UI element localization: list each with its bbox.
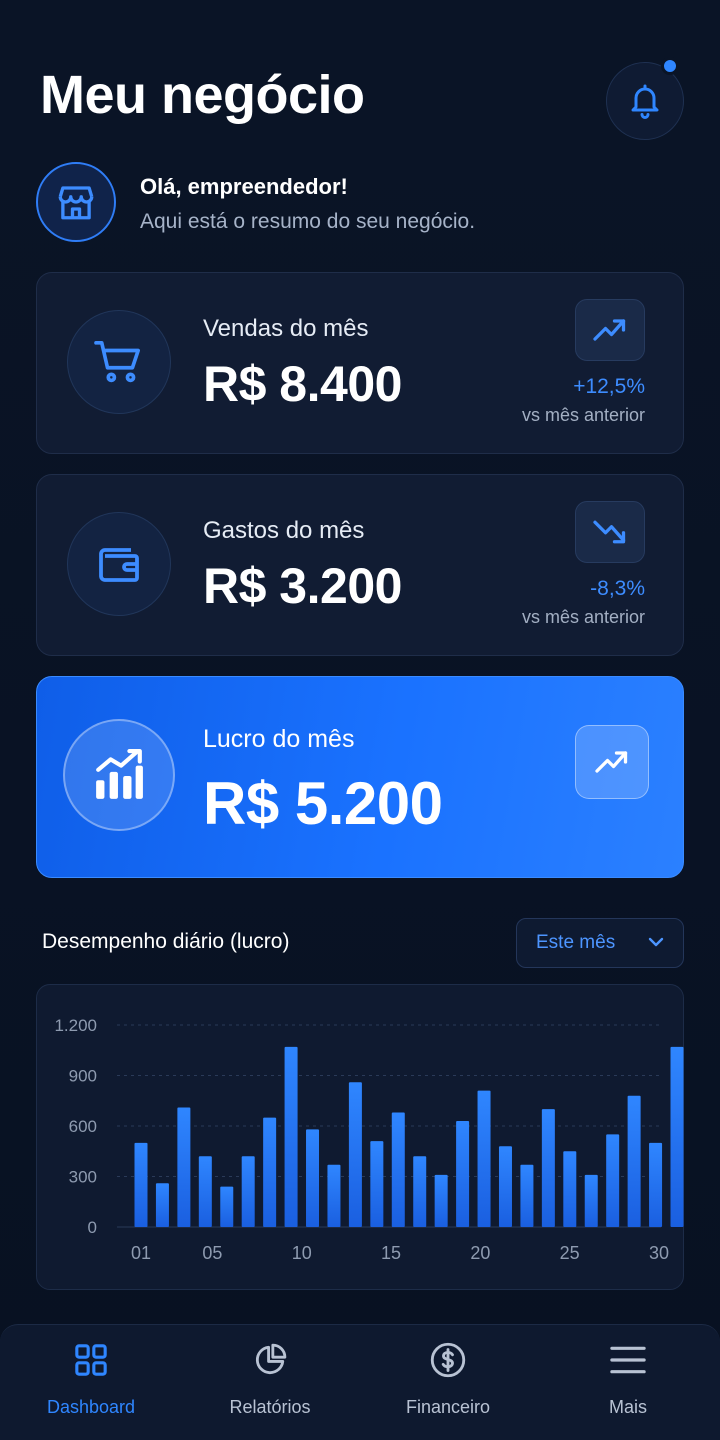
- store-icon: [58, 186, 94, 220]
- chevron-down-icon: [648, 937, 664, 947]
- chart-title: Desempenho diário (lucro): [42, 930, 290, 953]
- page-title: Meu negócio: [40, 65, 365, 125]
- sales-value: R$ 8.400: [203, 356, 402, 412]
- sales-label: Vendas do mês: [203, 315, 369, 342]
- period-value: Este mês: [536, 932, 616, 953]
- nav-dashboard[interactable]: Dashboard: [1, 1325, 181, 1440]
- greeting: Olá, empreendedor! Aqui está o resumo do…: [36, 162, 684, 244]
- bottom-nav: Dashboard Relatórios Financeiro Mais: [0, 1324, 720, 1440]
- chart-bar: [348, 1082, 362, 1227]
- chart-bar: [541, 1109, 555, 1227]
- profit-value: R$ 5.200: [203, 770, 443, 837]
- x-tick-label: 20: [470, 1243, 490, 1263]
- chart-bar: [606, 1134, 620, 1227]
- chart-bar: [649, 1142, 663, 1227]
- expenses-trend-badge: [575, 501, 645, 563]
- x-tick-label: 01: [131, 1243, 151, 1263]
- chart-bar: [498, 1146, 512, 1227]
- sales-change: +12,5%: [573, 375, 645, 398]
- x-tick-label: 25: [560, 1243, 580, 1263]
- wallet-icon: [99, 548, 139, 582]
- profit-label: Lucro do mês: [203, 725, 355, 753]
- chart-bar: [391, 1112, 405, 1227]
- chart-bar: [306, 1129, 320, 1227]
- chart-bar: [456, 1120, 470, 1227]
- bar-chart-up-icon: [96, 749, 143, 799]
- chart-bar: [563, 1151, 577, 1227]
- trend-up-icon: [593, 319, 626, 341]
- chart-bar: [263, 1117, 277, 1227]
- chart-bar: [241, 1156, 255, 1227]
- chart-bar: [155, 1183, 169, 1227]
- pie-chart-icon: [255, 1343, 287, 1375]
- greeting-title: Olá, empreendedor!: [140, 174, 348, 199]
- y-tick-label: 300: [69, 1168, 97, 1187]
- nav-relatorios[interactable]: Relatórios: [180, 1325, 360, 1440]
- y-tick-label: 900: [69, 1067, 97, 1086]
- chart-bar: [327, 1164, 341, 1227]
- expenses-value: R$ 3.200: [203, 558, 402, 614]
- menu-icon: [610, 1346, 646, 1374]
- daily-profit-chart: 0 300 600 900 1.200 01 05 10 15 20 25 30: [36, 984, 684, 1290]
- profit-icon-circle: [63, 719, 175, 831]
- chart-bar: [434, 1174, 448, 1227]
- dollar-circle-icon: [430, 1342, 466, 1378]
- profit-trend-badge: [575, 725, 649, 799]
- store-avatar: [36, 162, 116, 242]
- nav-label: Financeiro: [405, 1397, 491, 1417]
- profit-card[interactable]: Lucro do mês R$ 5.200: [36, 676, 684, 878]
- x-tick-label: 30: [649, 1243, 669, 1263]
- sales-trend-badge: [575, 299, 645, 361]
- notification-dot: [661, 57, 679, 75]
- chart-bar: [370, 1141, 384, 1227]
- chart-bar: [177, 1107, 191, 1227]
- cart-icon: [94, 341, 140, 383]
- chart-bar: [134, 1142, 148, 1227]
- chart-bar: [220, 1186, 234, 1227]
- chart-bar: [413, 1156, 427, 1227]
- period-dropdown[interactable]: Este mês: [516, 918, 684, 968]
- chart-bar: [520, 1164, 534, 1227]
- sales-card[interactable]: Vendas do mês R$ 8.400 +12,5% vs mês ant…: [36, 272, 684, 454]
- header: Meu negócio: [40, 57, 684, 140]
- chart-bar: [627, 1095, 641, 1227]
- chart-bar: [477, 1090, 491, 1227]
- y-tick-label: 0: [88, 1218, 97, 1237]
- y-tick-label: 600: [69, 1117, 97, 1136]
- nav-financeiro[interactable]: Financeiro: [358, 1325, 538, 1440]
- trend-down-icon: [593, 520, 626, 544]
- nav-label: Mais: [608, 1397, 647, 1417]
- chart-canvas: 0 300 600 900 1.200 01 05 10 15 20 25 30: [54, 1016, 684, 1263]
- expenses-icon-circle: [67, 512, 171, 616]
- chart-bar: [198, 1156, 212, 1227]
- nav-mais[interactable]: Mais: [538, 1325, 718, 1440]
- chart-bar: [670, 1046, 684, 1227]
- trend-up-icon: [595, 751, 628, 773]
- y-tick-label: 1.200: [54, 1016, 97, 1035]
- greeting-subtitle: Aqui está o resumo do seu negócio.: [140, 210, 476, 233]
- chart-bar: [584, 1174, 598, 1227]
- x-tick-label: 05: [202, 1243, 222, 1263]
- bell-icon: [631, 84, 659, 119]
- expenses-compare: vs mês anterior: [521, 607, 645, 627]
- x-tick-label: 15: [381, 1243, 401, 1263]
- x-tick-label: 10: [292, 1243, 312, 1263]
- sales-compare: vs mês anterior: [521, 405, 645, 425]
- expenses-change: -8,3%: [590, 577, 645, 600]
- expenses-card[interactable]: Gastos do mês R$ 3.200 -8,3% vs mês ante…: [36, 474, 684, 656]
- expenses-label: Gastos do mês: [203, 517, 365, 544]
- notifications-button[interactable]: [606, 57, 684, 140]
- chart-bar: [284, 1046, 298, 1227]
- nav-label: Dashboard: [46, 1397, 136, 1417]
- sales-icon-circle: [67, 310, 171, 414]
- nav-label: Relatórios: [229, 1397, 311, 1417]
- grid-icon: [75, 1344, 107, 1376]
